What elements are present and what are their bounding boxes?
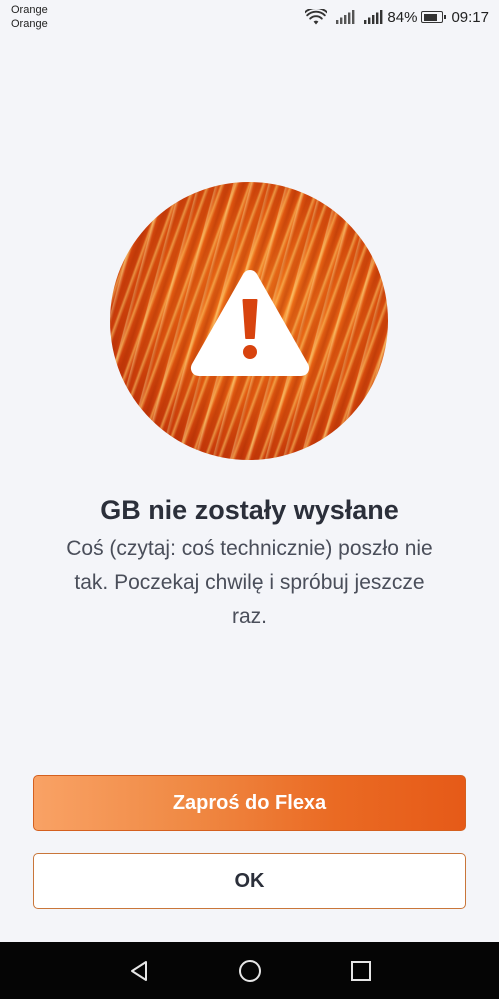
battery-status: 84% bbox=[363, 8, 447, 26]
battery-icon bbox=[421, 11, 447, 23]
carrier-1: Orange bbox=[11, 4, 48, 16]
signal-icon bbox=[364, 10, 383, 24]
error-message: Coś (czytaj: coś technicznie) poszło nie… bbox=[66, 537, 433, 628]
battery-percent: 84% bbox=[387, 8, 418, 26]
clock: 09:17 bbox=[451, 8, 489, 26]
carrier-2: Orange bbox=[11, 18, 48, 30]
hero-illustration bbox=[110, 182, 388, 460]
invite-to-flex-button[interactable]: Zaproś do Flexa bbox=[33, 775, 466, 831]
home-icon bbox=[239, 959, 261, 982]
back-icon bbox=[131, 960, 147, 981]
status-bar: Orange Orange 84% 09:17 bbox=[0, 0, 499, 36]
back-button[interactable] bbox=[109, 942, 169, 999]
recent-apps-icon bbox=[351, 960, 371, 981]
warning-icon bbox=[190, 270, 310, 376]
carrier-names: Orange Orange bbox=[11, 3, 48, 31]
wifi-icon bbox=[305, 8, 328, 26]
battery-fill bbox=[423, 13, 438, 21]
error-title: GB nie zostały wysłane bbox=[100, 495, 399, 525]
recent-apps-button[interactable] bbox=[331, 942, 391, 999]
home-button[interactable] bbox=[220, 942, 280, 999]
signal-icon bbox=[335, 9, 355, 25]
navigation-bar bbox=[0, 942, 499, 999]
battery-tip bbox=[443, 15, 447, 19]
status-icons: 84% 09:17 bbox=[305, 6, 489, 28]
ok-button[interactable]: OK bbox=[33, 853, 466, 909]
